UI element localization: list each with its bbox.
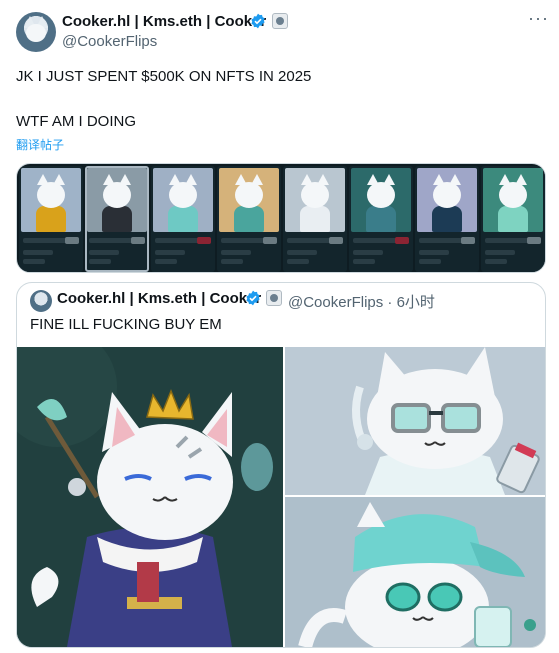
nft-card-art [417,168,477,232]
nft-card-price-badge [197,237,211,244]
nft-cat-head [301,174,329,208]
nft-card-price-badge [527,237,541,244]
cap-cat-illustration [285,497,545,647]
nft-cat-body [366,206,396,232]
nft-cat-head [169,174,197,208]
nft-card-info-line [287,250,317,255]
nft-cat-head [499,174,527,208]
nft-card-info-line [485,259,507,264]
nft-card-art [219,168,279,232]
nft-card-price-badge [395,237,409,244]
nft-card[interactable] [415,166,479,272]
author-handle[interactable]: @CookerFlips [62,33,157,50]
more-options-icon[interactable]: ··· [528,9,548,30]
translate-post-link[interactable]: 翻译帖子 [16,136,64,153]
nft-marketplace-screenshot[interactable] [16,163,546,273]
nft-cat-body [432,206,462,232]
nft-card-price-badge [263,237,277,244]
nft-cat-body [168,206,198,232]
quote-handle-time[interactable]: @CookerFlips · 6小时 [288,291,435,312]
nft-card[interactable] [151,166,215,272]
nft-card[interactable] [19,166,83,272]
nft-card-info-line [89,259,111,264]
nft-card-info-line [353,250,383,255]
nft-card-art [87,168,147,232]
nft-card-info-line [155,250,185,255]
nft-card-info-line [485,250,515,255]
nft-cat-head [235,174,263,208]
verified-badge-icon [251,13,265,29]
quote-image-glasses-cat[interactable] [285,347,545,495]
nft-card-art [351,168,411,232]
tweet-text-line-2: WTF AM I DOING [16,113,136,130]
nft-card-price-badge [461,237,475,244]
tweet: Cooker.hl | Kms.eth | Cooker @CookerFlip… [0,0,559,653]
avatar-face [26,24,46,42]
glasses-cat-illustration [285,347,545,495]
nft-cat-head [103,174,131,208]
nft-card[interactable] [85,166,149,272]
nft-card-info-line [23,259,45,264]
nft-card-row [17,164,545,272]
nft-card-art [285,168,345,232]
nft-card-info-line [221,250,251,255]
nft-card[interactable] [349,166,413,272]
quote-text: FINE ILL FUCKING BUY EM [30,316,222,333]
quote-image-cap-cat[interactable] [285,497,545,647]
quoted-tweet[interactable]: Cooker.hl | Kms.eth | Cooker @CookerFlip… [16,282,546,648]
nft-cat-head [433,174,461,208]
quote-author-avatar[interactable] [30,290,52,312]
nft-cat-head [37,174,65,208]
quote-affiliate-badge-icon [266,290,282,306]
nft-card[interactable] [481,166,545,272]
nft-card-info-line [353,259,375,264]
quote-verified-badge-icon [246,290,260,306]
author-avatar[interactable] [16,12,56,52]
quote-author-name[interactable]: Cooker.hl | Kms.eth | Cooker [57,290,261,307]
nft-card-info-line [23,250,53,255]
nft-card-info-line [221,259,243,264]
nft-cat-head [367,174,395,208]
nft-cat-body [36,206,66,232]
nft-card[interactable] [217,166,281,272]
nft-card-art [483,168,543,232]
nft-card-info-line [89,250,119,255]
nft-card-art [153,168,213,232]
tweet-text-line-1: JK I JUST SPENT $500K ON NFTS IN 2025 [16,68,312,85]
nft-card-info-line [155,259,177,264]
nft-card-art [21,168,81,232]
nft-card-price-badge [131,237,145,244]
author-display-name[interactable]: Cooker.hl | Kms.eth | Cooker [62,13,266,30]
quote-image-king-cat[interactable] [17,347,283,647]
nft-card-info-line [419,259,441,264]
nft-cat-body [234,206,264,232]
nft-card-info-line [287,259,309,264]
nft-cat-body [498,206,528,232]
nft-cat-body [300,206,330,232]
king-cat-illustration [17,347,283,647]
nft-card[interactable] [283,166,347,272]
affiliate-badge-icon[interactable] [272,13,288,29]
nft-cat-body [102,206,132,232]
nft-card-info-line [419,250,449,255]
nft-card-price-badge [329,237,343,244]
nft-card-price-badge [65,237,79,244]
